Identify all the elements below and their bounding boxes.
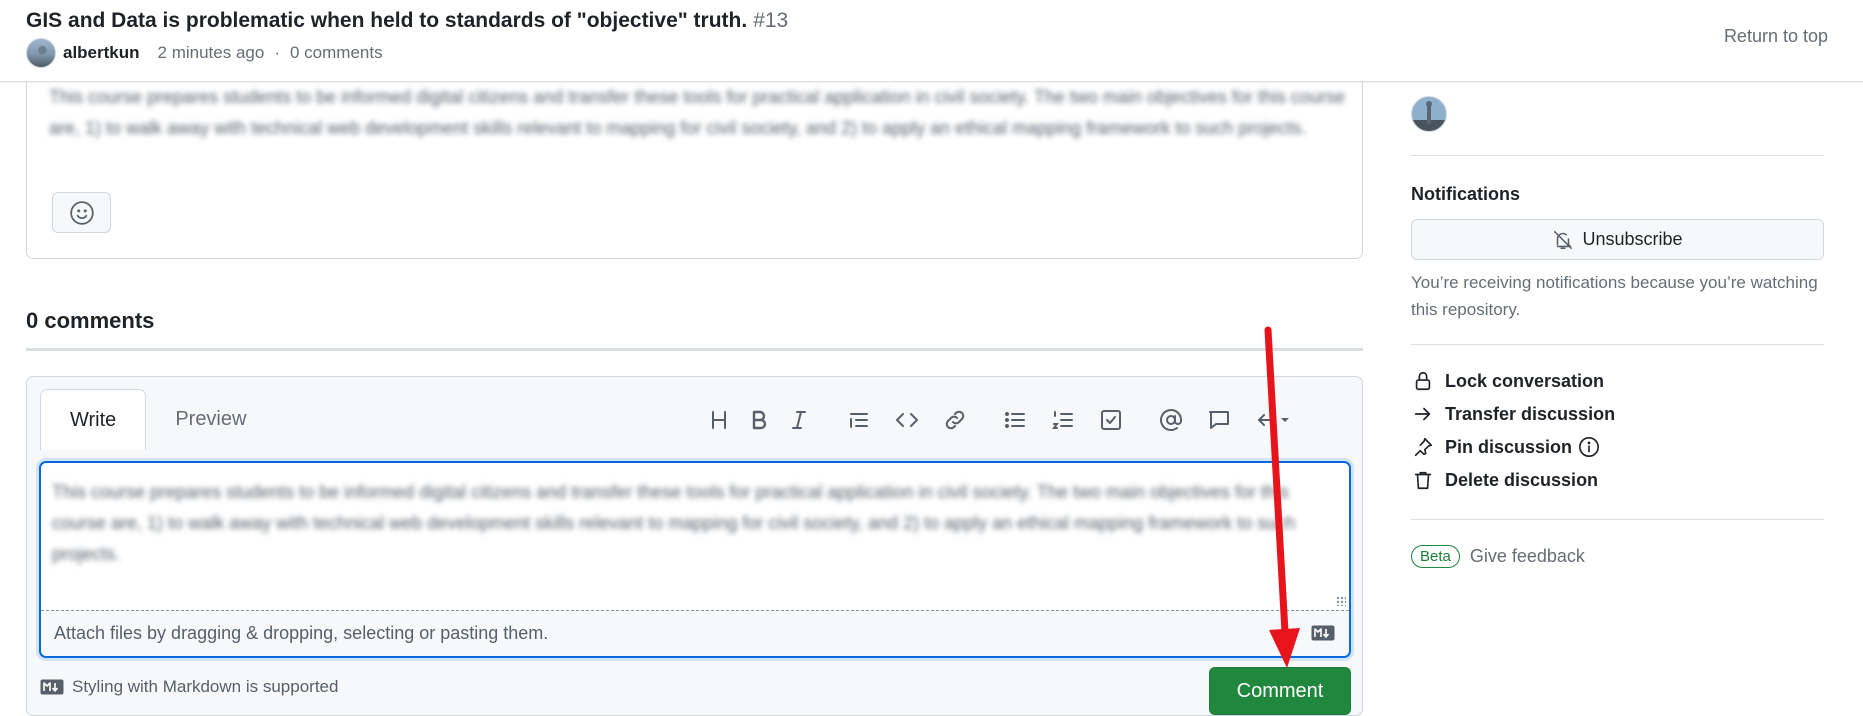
- divider: [26, 348, 1363, 351]
- sticky-discussion-header: GIS and Data is problematic when held to…: [0, 0, 1863, 82]
- discussion-title: GIS and Data is problematic when held to…: [26, 9, 788, 33]
- divider: [1411, 155, 1824, 156]
- discussion-body: This course prepares students to be info…: [49, 87, 1345, 138]
- tab-preview[interactable]: Preview: [146, 389, 275, 449]
- return-to-top-link[interactable]: Return to top: [1724, 26, 1828, 47]
- quote-icon: [850, 413, 868, 428]
- discussion-number: #13: [753, 9, 789, 32]
- info-icon[interactable]: [1578, 436, 1600, 458]
- attach-hint: Attach files by dragging & dropping, sel…: [54, 623, 549, 643]
- lock-conversation-label: Lock conversation: [1445, 370, 1605, 391]
- markdown-support-note[interactable]: Styling with Markdown is supported: [40, 677, 338, 697]
- notification-reason: You’re receiving notifications because y…: [1411, 273, 1818, 319]
- participant-avatar[interactable]: [1411, 96, 1447, 132]
- give-feedback-link[interactable]: Give feedback: [1470, 546, 1585, 567]
- transfer-discussion-label: Transfer discussion: [1445, 403, 1616, 424]
- mention-icon: [1160, 409, 1182, 431]
- discussion-post-card: This course prepares students to be info…: [26, 70, 1363, 259]
- reference-button[interactable]: [1200, 401, 1238, 439]
- quote-button[interactable]: [840, 401, 878, 439]
- ordered-list-button[interactable]: [1044, 401, 1082, 439]
- task-list-button[interactable]: [1092, 401, 1130, 439]
- beta-badge: Beta: [1411, 545, 1460, 568]
- comment-textarea[interactable]: This course prepares students to be info…: [39, 461, 1351, 658]
- delete-discussion-label: Delete discussion: [1445, 469, 1599, 490]
- author-link[interactable]: albertkun: [63, 43, 140, 63]
- bold-button[interactable]: [740, 401, 778, 439]
- comment-draft-text: This course prepares students to be info…: [52, 482, 1296, 564]
- smiley-icon: [69, 200, 94, 225]
- discussion-meta: albertkun 2 minutes ago · 0 comments: [26, 38, 383, 68]
- pin-discussion-button[interactable]: Pin discussion: [1411, 435, 1600, 459]
- add-reaction-button[interactable]: [52, 192, 111, 233]
- pin-discussion-label: Pin discussion: [1445, 436, 1573, 457]
- author-avatar[interactable]: [26, 38, 56, 68]
- markdown-icon: [40, 679, 64, 695]
- heading-icon: [712, 411, 726, 429]
- saved-replies-icon: [1258, 414, 1276, 427]
- comment-submit-button[interactable]: Comment: [1209, 667, 1351, 715]
- markdown-note-label: Styling with Markdown is supported: [72, 677, 339, 696]
- unsubscribe-label: Unsubscribe: [1582, 229, 1683, 249]
- markdown-icon: [1311, 625, 1335, 641]
- code-button[interactable]: [888, 401, 926, 439]
- chevron-down-icon: [1281, 418, 1289, 422]
- unordered-list-icon: [1005, 412, 1025, 428]
- mention-button[interactable]: [1152, 401, 1190, 439]
- unordered-list-button[interactable]: [996, 401, 1034, 439]
- resize-handle[interactable]: [1336, 596, 1346, 606]
- discussion-title-text: GIS and Data is problematic when held to…: [26, 9, 748, 32]
- lock-icon: [1415, 371, 1431, 391]
- delete-discussion-button[interactable]: Delete discussion: [1411, 468, 1598, 492]
- meta-separator: ·: [274, 43, 280, 62]
- pin-icon: [1414, 437, 1433, 457]
- italic-icon: [792, 411, 806, 429]
- heading-button[interactable]: [700, 401, 738, 439]
- bold-icon: [752, 410, 767, 430]
- unsubscribe-button[interactable]: Unsubscribe: [1411, 219, 1824, 260]
- comment-count[interactable]: 0 comments: [290, 43, 383, 63]
- arrow-right-icon: [1414, 407, 1431, 421]
- code-icon: [896, 413, 918, 427]
- divider: [1411, 344, 1824, 345]
- reference-icon: [1209, 411, 1229, 429]
- link-button[interactable]: [936, 401, 974, 439]
- feedback-row: Beta Give feedback: [1411, 545, 1585, 568]
- file-attach-bar[interactable]: Attach files by dragging & dropping, sel…: [41, 610, 1349, 656]
- comment-editor: Write Preview This course prepares stude…: [26, 376, 1363, 716]
- tab-write[interactable]: Write: [40, 389, 147, 450]
- trash-icon: [1414, 471, 1432, 490]
- task-list-icon: [1101, 410, 1121, 430]
- divider: [1411, 519, 1824, 520]
- notifications-heading: Notifications: [1411, 184, 1521, 204]
- comments-count-heading: 0 comments: [26, 308, 155, 333]
- lock-conversation-button[interactable]: Lock conversation: [1411, 369, 1604, 393]
- editor-tabs: Write Preview: [40, 389, 275, 450]
- saved-replies-button[interactable]: [1248, 401, 1298, 439]
- timestamp[interactable]: 2 minutes ago: [158, 43, 265, 63]
- transfer-discussion-button[interactable]: Transfer discussion: [1411, 402, 1615, 426]
- italic-button[interactable]: [780, 401, 818, 439]
- bell-slash-icon: [1554, 230, 1573, 249]
- link-icon: [945, 410, 965, 430]
- ordered-list-icon: [1052, 411, 1073, 429]
